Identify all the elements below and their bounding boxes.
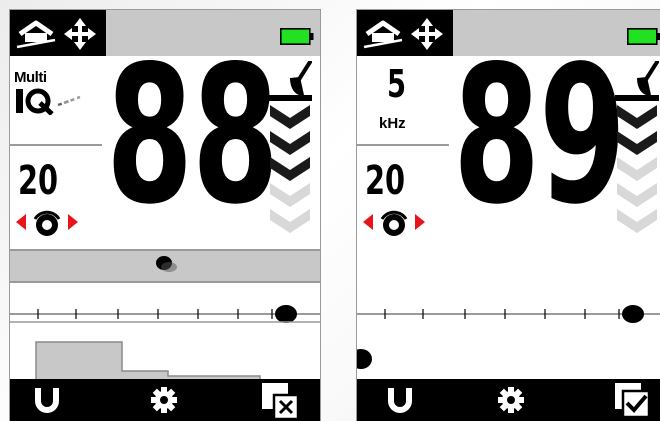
pinpoint-move-icon: [64, 18, 96, 50]
mode-divider: [357, 144, 449, 146]
detector-screen-right: 5 kHz 20 89: [356, 9, 660, 421]
ground-balance-house-icon: [363, 20, 403, 49]
conductivity-bar: [10, 249, 320, 283]
gear-icon[interactable]: [150, 386, 178, 414]
frequency-value: 5: [387, 62, 407, 106]
mode-label: Multi: [14, 69, 47, 86]
main-display: Multi 20 88: [10, 41, 320, 249]
shovel-icon: [615, 61, 659, 101]
bottom-toolbar: [357, 379, 660, 421]
depth-segment: [270, 157, 310, 181]
sensitivity-adjust-icon[interactable]: [361, 207, 427, 237]
battery-icon: [280, 28, 314, 45]
discrimination-scale: [357, 305, 660, 369]
reject-box-icon[interactable]: [260, 381, 300, 421]
depth-segment: [617, 131, 657, 155]
discrimination-panel: [357, 283, 660, 380]
shovel-icon: [268, 61, 312, 101]
multi-iq-logo-icon: [16, 88, 81, 115]
battery-icon: [627, 28, 660, 45]
status-icons: [357, 10, 453, 56]
depth-segment: [617, 183, 657, 207]
scale-cursor: [275, 305, 297, 323]
discrimination-scale: [10, 283, 320, 380]
discrimination-panel: [10, 283, 320, 380]
signal-cursor: [357, 349, 372, 369]
main-display: 5 kHz 20 89: [357, 41, 660, 249]
sensitivity-value: 20: [18, 158, 59, 204]
depth-segment: [270, 209, 310, 233]
detector-screen-left: Multi 20 88: [9, 9, 321, 421]
ground-balance-house-icon: [16, 20, 56, 49]
pinpoint-move-icon: [411, 18, 443, 50]
sensitivity-adjust-icon[interactable]: [14, 207, 80, 237]
target-id-value: 89: [453, 25, 626, 246]
bottom-toolbar: [10, 379, 320, 421]
horseshoe-icon[interactable]: [387, 388, 413, 414]
target-id-value: 88: [106, 25, 279, 246]
sensitivity-value: 20: [365, 158, 406, 204]
conductivity-cursor: [156, 256, 177, 272]
conductivity-bar: [357, 249, 660, 283]
depth-segment: [270, 131, 310, 155]
accept-box-icon[interactable]: [613, 381, 653, 421]
depth-segment: [617, 209, 657, 233]
depth-gauge: [615, 61, 659, 233]
scale-cursor: [622, 305, 644, 323]
depth-segment: [617, 157, 657, 181]
mode-divider: [10, 144, 102, 146]
horseshoe-icon[interactable]: [34, 388, 60, 414]
gear-icon[interactable]: [497, 386, 525, 414]
depth-gauge: [268, 61, 312, 233]
frequency-unit: kHz: [379, 115, 406, 132]
status-icons: [10, 10, 106, 56]
depth-segment: [270, 105, 310, 129]
depth-segment: [270, 183, 310, 207]
depth-segment: [617, 105, 657, 129]
